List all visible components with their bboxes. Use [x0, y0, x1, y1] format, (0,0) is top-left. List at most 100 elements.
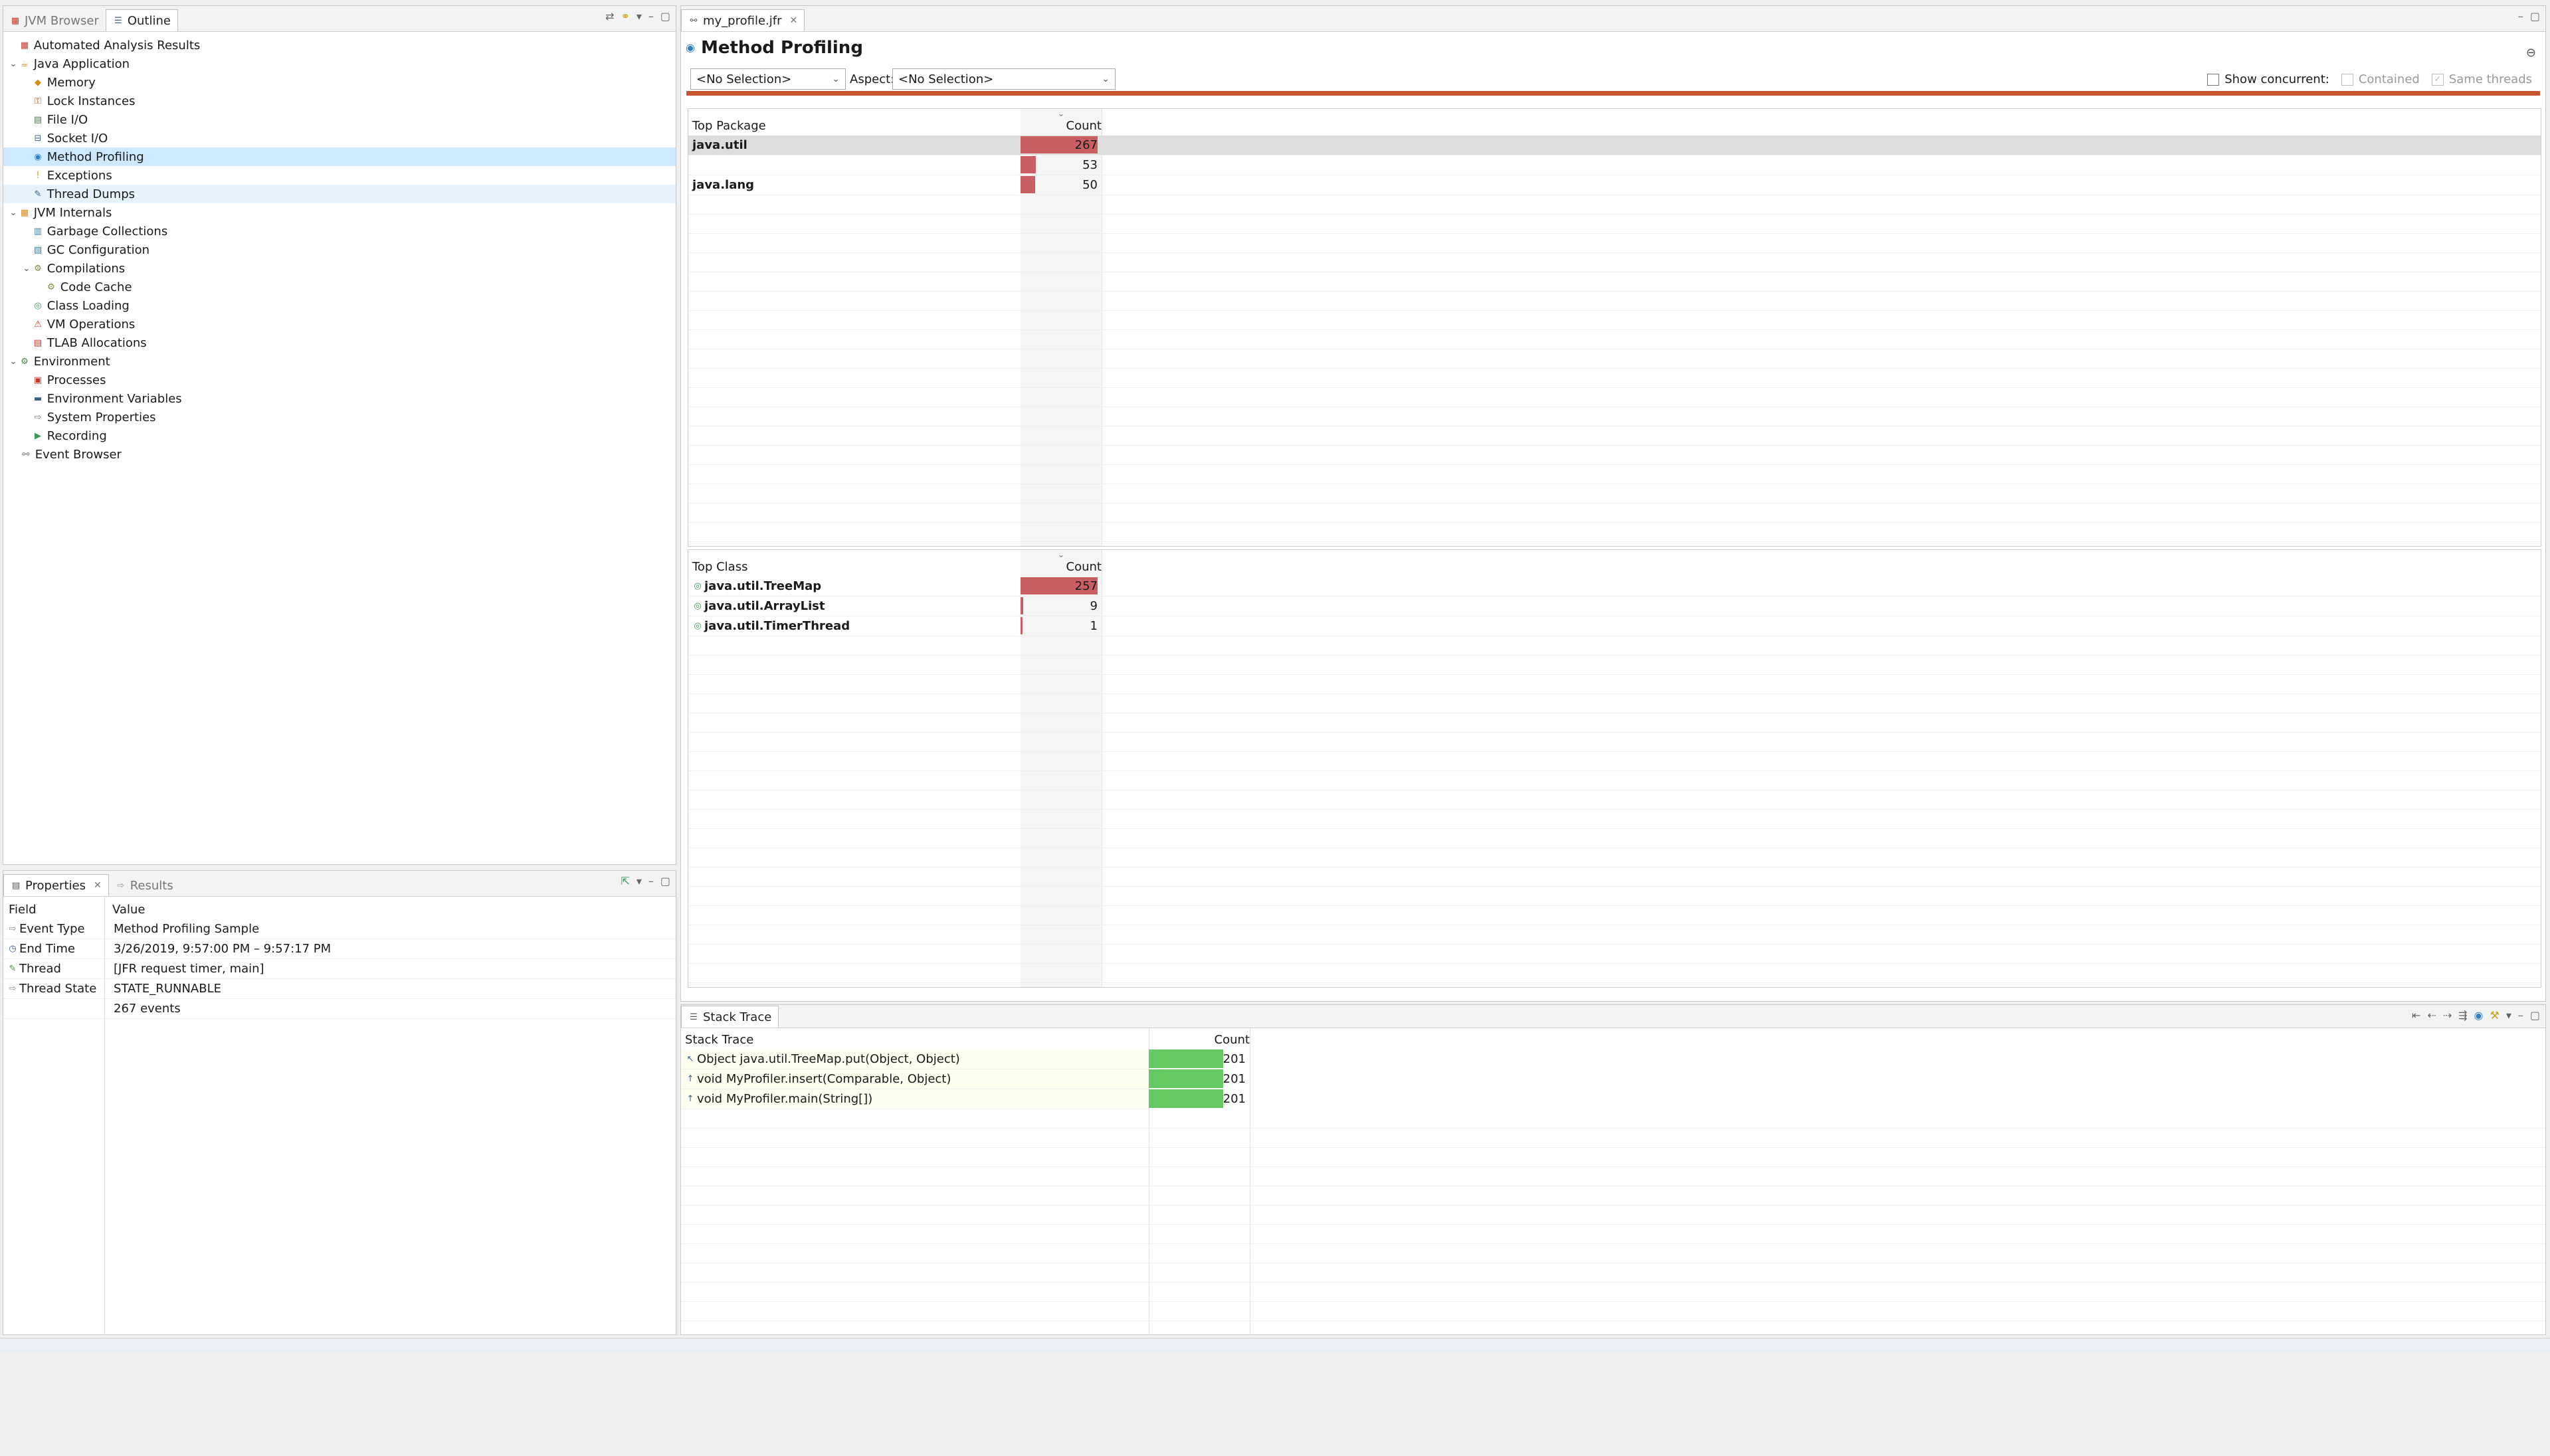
distinguish-icon[interactable]: ◉ [2474, 1009, 2484, 1022]
lock-icon: ⚿ [35, 96, 41, 106]
tree-item-socket-io[interactable]: ⊟ Socket I/O [3, 129, 676, 147]
tree-item-memory[interactable]: ◆ Memory [3, 73, 676, 92]
help-icon[interactable]: ⊖ [2526, 46, 2536, 60]
tab-outline[interactable]: ☰ Outline [105, 9, 178, 31]
column-header-count[interactable]: Count [1153, 1033, 1250, 1047]
table-row[interactable]: ↑ void MyProfiler.main(String[]) 201 [681, 1089, 1246, 1109]
column-header-top-package[interactable]: Top Package [688, 119, 1025, 133]
table-row[interactable]: ◎ java.util.TreeMap 257 [688, 577, 2541, 596]
tree-item-tlab-allocations[interactable]: ▤ TLAB Allocations [3, 333, 676, 352]
collapse-icon[interactable]: ⇤ [2412, 1009, 2420, 1022]
tree-item-garbage-collections[interactable]: ▥ Garbage Collections [3, 222, 676, 240]
close-icon[interactable]: ✕ [790, 15, 798, 26]
tree-item-gc-configuration[interactable]: ▧ GC Configuration [3, 240, 676, 259]
empty-grid-row [688, 215, 2541, 234]
maximize-icon[interactable]: ▢ [2530, 1009, 2540, 1022]
tab-my-profile-label: my_profile.jfr [703, 13, 782, 28]
tree-item-label: JVM Internals [33, 205, 112, 220]
table-row[interactable]: ↖ Object java.util.TreeMap.put(Object, Ob… [681, 1049, 1246, 1069]
jvm-internals-icon: ▦ [20, 207, 29, 218]
table-row[interactable]: ↑ void MyProfiler.insert(Comparable, Obje… [681, 1069, 1246, 1089]
tree-item-environment[interactable]: ⌄ ⚙ Environment [3, 352, 676, 371]
tree-item-vm-operations[interactable]: ⚠ VM Operations [3, 315, 676, 333]
tree-item-class-loading[interactable]: ◎ Class Loading [3, 296, 676, 315]
gc-config-icon: ▧ [33, 244, 43, 255]
aspect-dropdown[interactable]: <No Selection> ⌄ [892, 68, 1116, 90]
tree-item-code-cache[interactable]: ⚙ Code Cache [3, 278, 676, 296]
environment-icon: ⚙ [21, 356, 29, 367]
empty-grid-row [681, 1225, 2545, 1244]
view-menu-icon[interactable]: ▾ [637, 875, 642, 887]
contained-checkbox[interactable] [2341, 73, 2353, 86]
minimize-icon[interactable]: – [648, 875, 654, 887]
tab-results-label: Results [130, 878, 173, 893]
chevron-down-icon[interactable]: ⌄ [7, 357, 19, 367]
table-row[interactable]: java.lang 50 [688, 175, 2541, 195]
table-row[interactable]: ◎ java.util.TimerThread 1 [688, 616, 2541, 636]
minimize-icon[interactable]: – [2518, 10, 2523, 23]
previous-frame-icon[interactable]: ⇠ [2427, 1009, 2436, 1022]
tree-item-system-properties[interactable]: ⇨ System Properties [3, 408, 676, 426]
next-frame-icon[interactable]: ⇢ [2443, 1009, 2452, 1022]
show-concurrent-checkbox[interactable] [2207, 73, 2220, 86]
class-loading-icon: ◎ [34, 300, 42, 311]
tree-item-environment-variables[interactable]: ▬ Environment Variables [3, 389, 676, 408]
view-menu-icon[interactable]: ▾ [2506, 1009, 2511, 1022]
tab-jvm-browser[interactable]: ▦ JVM Browser [3, 10, 106, 31]
tree-item-event-browser[interactable]: ⚯ Event Browser [3, 445, 676, 464]
tree-item-file-io[interactable]: ▤ File I/O [3, 110, 676, 129]
tree-item-compilations[interactable]: ⌄ ⚙ Compilations [3, 259, 676, 278]
link-icon[interactable]: ⚭ [621, 10, 629, 23]
settings-icon[interactable]: ⚒ [2490, 1009, 2500, 1022]
stack-trace-header: Stack Trace Count [681, 1028, 2545, 1049]
tab-my-profile[interactable]: ⚯ my_profile.jfr ✕ [681, 9, 805, 31]
empty-grid-row [688, 253, 2541, 272]
tree-item-automated-analysis[interactable]: ▦ Automated Analysis Results [3, 36, 676, 54]
tab-properties[interactable]: ▤ Properties ✕ [3, 874, 109, 896]
event-browser-icon: ⚯ [22, 449, 30, 460]
tlab-icon: ▤ [33, 337, 43, 348]
class-icon: ◎ [694, 601, 702, 611]
column-header-top-class[interactable]: Top Class [688, 560, 1025, 574]
tab-results[interactable]: ⇨ Results [109, 875, 180, 896]
column-header-field[interactable]: Field [3, 903, 107, 917]
tree-item-method-profiling[interactable]: ◉ Method Profiling [3, 147, 676, 166]
maximize-icon[interactable]: ▢ [660, 10, 670, 23]
gc-icon: ▥ [33, 226, 43, 236]
page-title-row: ◉ Method Profiling [685, 38, 863, 58]
tree-item-exceptions[interactable]: ! Exceptions [3, 166, 676, 185]
processes-icon: ▣ [33, 375, 43, 385]
export-icon[interactable]: ⇱ [621, 875, 629, 887]
column-header-count[interactable]: Count [1025, 119, 1102, 133]
sync-icon[interactable]: ⇄ [605, 10, 614, 23]
count-value: 257 [1074, 579, 1098, 593]
tree-item-java-application[interactable]: ⌄ ☕ Java Application [3, 54, 676, 73]
close-icon[interactable]: ✕ [94, 880, 102, 891]
minimize-icon[interactable]: – [2518, 1009, 2523, 1022]
column-header-value[interactable]: Value [107, 903, 145, 917]
table-row[interactable]: java.util 267 [688, 136, 2541, 155]
empty-grid-row [688, 330, 2541, 349]
tree-item-label: System Properties [47, 410, 156, 424]
table-row[interactable]: ◎ java.util.ArrayList 9 [688, 596, 2541, 616]
view-menu-icon[interactable]: ▾ [637, 10, 642, 23]
tree-item-jvm-internals[interactable]: ⌄ ▦ JVM Internals [3, 203, 676, 222]
maximize-icon[interactable]: ▢ [2530, 10, 2540, 23]
tab-stack-trace[interactable]: ☰ Stack Trace [681, 1006, 779, 1028]
selection-dropdown[interactable]: <No Selection> ⌄ [690, 68, 846, 90]
minimize-icon[interactable]: – [648, 10, 654, 23]
chevron-down-icon[interactable]: ⌄ [7, 59, 19, 69]
tree-item-processes[interactable]: ▣ Processes [3, 371, 676, 389]
group-icon[interactable]: ⇶ [2458, 1009, 2467, 1022]
editor-tabbar: ⚯ my_profile.jfr ✕ – ▢ [681, 6, 2545, 32]
maximize-icon[interactable]: ▢ [660, 875, 670, 887]
column-header-count[interactable]: Count [1025, 560, 1102, 574]
same-threads-checkbox[interactable]: ✓ [2431, 73, 2444, 86]
column-header-stack-trace[interactable]: Stack Trace [681, 1033, 1153, 1047]
chevron-down-icon[interactable]: ⌄ [7, 208, 19, 218]
tree-item-recording[interactable]: ▶ Recording [3, 426, 676, 445]
tree-item-lock-instances[interactable]: ⚿ Lock Instances [3, 92, 676, 110]
table-row[interactable]: 53 [688, 155, 2541, 175]
tree-item-thread-dumps[interactable]: ✎ Thread Dumps [3, 185, 676, 203]
chevron-down-icon[interactable]: ⌄ [21, 264, 33, 274]
